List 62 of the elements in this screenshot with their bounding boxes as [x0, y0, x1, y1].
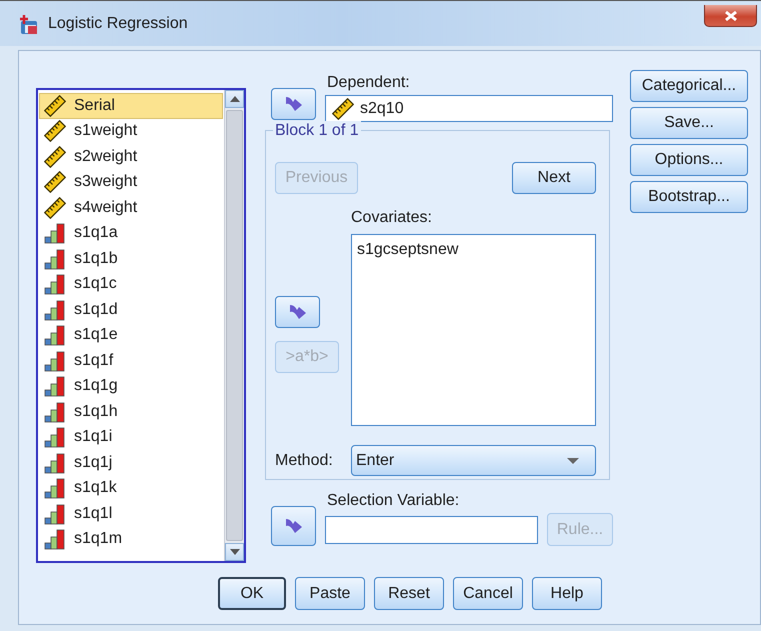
variable-item[interactable]: s1q1j: [39, 450, 223, 476]
variable-item[interactable]: s2weight: [39, 144, 223, 170]
dropdown-caret-icon: [567, 458, 579, 464]
scroll-down-icon: [228, 548, 240, 556]
variable-item[interactable]: s1q1e: [39, 322, 223, 348]
close-button[interactable]: [704, 5, 757, 27]
dialog-button[interactable]: Paste: [295, 577, 365, 610]
dialog-button[interactable]: Help: [532, 577, 602, 610]
variable-item[interactable]: s3weight: [39, 170, 223, 195]
variable-item[interactable]: Serial: [39, 93, 223, 118]
variable-item[interactable]: s1q1i: [39, 424, 223, 450]
dialog-button[interactable]: Options...: [630, 144, 748, 176]
app-icon: [18, 14, 40, 36]
variable-item[interactable]: s1q1g: [39, 374, 223, 399]
bar-chart-icon: [44, 375, 66, 398]
dependent-field[interactable]: s2q10: [325, 95, 613, 122]
variable-list[interactable]: Serial s1weight s2weight s3weight s4weight s1q1a s1q1b s1q1c s1q1d s1q1e s1q1f s1q1g s1q1h s1q1i s1q1j s1q1k s1q1l s1q1m: [36, 88, 246, 563]
bar-chart-icon: [44, 324, 66, 346]
bar-chart-icon: [44, 502, 66, 525]
field-label: Covariates:: [351, 208, 433, 228]
dialog-button[interactable]: Cancel: [453, 577, 523, 610]
field-label: Dependent:: [327, 73, 411, 93]
bar-chart-icon: [44, 248, 66, 270]
variable-item[interactable]: s1q1l: [39, 501, 223, 526]
move-button[interactable]: [271, 506, 316, 546]
variable-item[interactable]: s1q1b: [39, 246, 223, 272]
scroll-up-icon: [228, 95, 240, 103]
bar-chart-icon: [44, 452, 66, 474]
variable-item[interactable]: s1q1k: [39, 476, 223, 501]
variable-item[interactable]: s4weight: [39, 195, 223, 220]
close-icon: [724, 10, 738, 22]
dialog-button[interactable]: Bootstrap...: [630, 181, 748, 213]
bar-chart-icon: [44, 400, 66, 423]
variable-item[interactable]: s1q1h: [39, 399, 223, 424]
bar-chart-icon: [44, 298, 66, 321]
field-label: Method:: [275, 450, 334, 470]
bar-chart-icon: [44, 350, 66, 372]
dialog-button[interactable]: OK: [218, 577, 286, 610]
covariate-item[interactable]: s1gcseptsnew: [357, 241, 590, 259]
dialog-button[interactable]: Reset: [374, 577, 444, 610]
bar-chart-icon: [44, 426, 66, 448]
window-title: Logistic Regression: [48, 14, 188, 34]
bar-chart-icon: [44, 222, 66, 244]
covariates-list[interactable]: s1gcseptsnew: [351, 234, 596, 426]
bar-chart-icon: [44, 273, 66, 296]
selection-variable-field[interactable]: [325, 516, 538, 544]
variable-item[interactable]: s1q1m: [39, 526, 223, 552]
scrollbar[interactable]: [224, 90, 244, 561]
dialog-button[interactable]: Save...: [630, 107, 748, 139]
move-button[interactable]: [275, 296, 320, 328]
bar-chart-icon: [44, 528, 66, 550]
variable-item[interactable]: s1q1f: [39, 348, 223, 374]
move-button[interactable]: [271, 88, 316, 120]
variable-item[interactable]: s1weight: [39, 118, 223, 144]
field-label: Selection Variable:: [327, 491, 460, 511]
dialog-button[interactable]: Categorical...: [630, 70, 748, 102]
variable-item[interactable]: s1q1c: [39, 272, 223, 297]
next-button[interactable]: Next: [512, 162, 596, 194]
method-dropdown[interactable]: Enter: [351, 445, 596, 476]
variable-item[interactable]: s1q1d: [39, 297, 223, 322]
variable-item[interactable]: s1q1a: [39, 220, 223, 246]
bar-chart-icon: [44, 477, 66, 500]
